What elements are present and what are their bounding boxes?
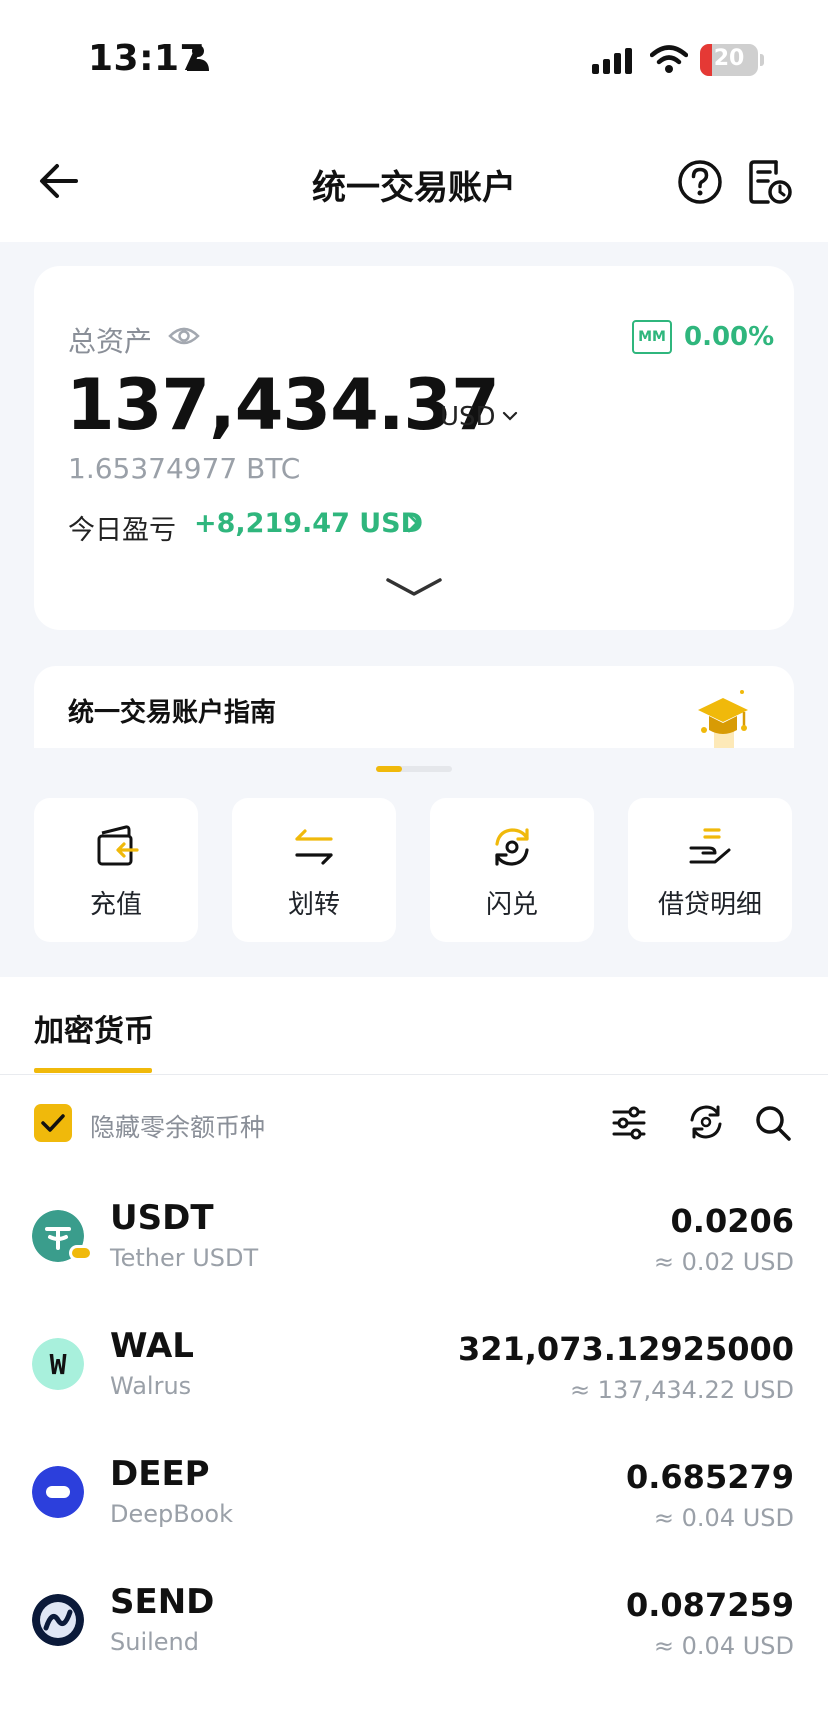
coin-row-usdt[interactable]: USDT Tether USDT 0.0206 ≈ 0.02 USD: [0, 1198, 828, 1326]
pagination-active-dot: [376, 766, 402, 772]
coin-row-send[interactable]: SEND Suilend 0.087259 ≈ 0.04 USD: [0, 1582, 828, 1710]
coin-name: DeepBook: [110, 1500, 233, 1528]
convert-label: 闪兑: [485, 890, 538, 920]
coin-amount: 0.087259: [625, 1586, 794, 1624]
hide-zero-label[interactable]: 隐藏零余额币种: [90, 1108, 265, 1144]
coin-usd-value: ≈ 0.04 USD: [653, 1504, 794, 1532]
records-icon[interactable]: [746, 158, 794, 206]
total-assets-amount: 137,434.37: [66, 364, 500, 446]
tab-active-indicator: [34, 1068, 152, 1073]
graduation-cap-icon: [698, 690, 748, 748]
loan-detail-button[interactable]: 借贷明细: [628, 798, 792, 942]
transfer-label: 划转: [287, 890, 340, 920]
search-icon[interactable]: [754, 1104, 792, 1142]
battery-level: 20: [713, 46, 745, 71]
loan-detail-icon: [689, 828, 731, 864]
hide-zero-checkbox[interactable]: [34, 1104, 72, 1142]
coin-name: Tether USDT: [110, 1244, 259, 1272]
coin-symbol: DEEP: [110, 1454, 210, 1494]
coin-usd-value: ≈ 0.02 USD: [653, 1248, 794, 1276]
coin-row-deep[interactable]: DEEP DeepBook 0.685279 ≈ 0.04 USD: [0, 1454, 828, 1582]
small-convert-icon[interactable]: [686, 1102, 726, 1142]
margin-ratio-value: 0.00%: [684, 322, 775, 352]
currency-select[interactable]: USD: [440, 402, 496, 432]
mm-badge: MM: [632, 320, 672, 354]
svg-text:W: W: [50, 1348, 67, 1381]
signal-icon: [592, 48, 632, 74]
total-assets-label: 总资产: [68, 325, 153, 358]
convert-icon: [495, 828, 529, 866]
coin-usd-value: ≈ 137,434.22 USD: [569, 1376, 794, 1404]
coin-symbol: USDT: [110, 1198, 214, 1238]
convert-button[interactable]: 闪兑: [430, 798, 594, 942]
coin-amount: 0.0206: [670, 1202, 794, 1240]
deposit-label: 充值: [89, 890, 142, 920]
loan-detail-label: 借贷明细: [657, 890, 762, 920]
transfer-icon: [295, 829, 333, 865]
tab-divider: [0, 1074, 828, 1075]
wifi-icon: [650, 45, 688, 73]
daily-pnl-label: 今日盈亏: [68, 515, 176, 546]
expand-chevron-icon[interactable]: [384, 574, 444, 600]
coin-usd-value: ≈ 0.04 USD: [653, 1632, 794, 1660]
coin-name: Suilend: [110, 1628, 199, 1656]
btc-equivalent: 1.65374977 BTC: [68, 452, 301, 485]
eye-icon[interactable]: [168, 324, 200, 348]
send-logo-icon: [32, 1594, 84, 1646]
coin-row-wal[interactable]: W WAL Walrus 321,073.12925000 ≈ 137,434.…: [0, 1326, 828, 1454]
tab-crypto[interactable]: 加密货币: [34, 1006, 154, 1050]
help-icon[interactable]: [676, 158, 724, 206]
coin-symbol: WAL: [110, 1326, 194, 1366]
battery-indicator: 20: [700, 44, 758, 76]
transfer-button[interactable]: 划转: [232, 798, 396, 942]
coin-symbol: SEND: [110, 1582, 215, 1622]
coin-name: Walrus: [110, 1372, 192, 1400]
chevron-down-icon[interactable]: [502, 410, 518, 422]
chevron-right-icon[interactable]: [406, 512, 420, 534]
person-icon: [187, 45, 209, 71]
checkmark-icon: [41, 1114, 65, 1132]
daily-pnl-value[interactable]: +8,219.47 USD: [194, 508, 423, 539]
guide-banner-title: 统一交易账户指南: [68, 698, 277, 728]
wal-logo-icon: W: [32, 1338, 84, 1390]
filter-sliders-icon[interactable]: [610, 1104, 648, 1142]
banner-pagination: [376, 766, 452, 772]
coin-amount: 321,073.12925000: [457, 1330, 794, 1368]
battery-tip: [760, 54, 764, 66]
deposit-button[interactable]: 充值: [34, 798, 198, 942]
coin-amount: 0.685279: [625, 1458, 794, 1496]
usdt-network-badge-icon: [69, 1245, 93, 1261]
wallet-deposit-icon: [97, 825, 139, 866]
deep-logo-icon: [32, 1466, 84, 1518]
